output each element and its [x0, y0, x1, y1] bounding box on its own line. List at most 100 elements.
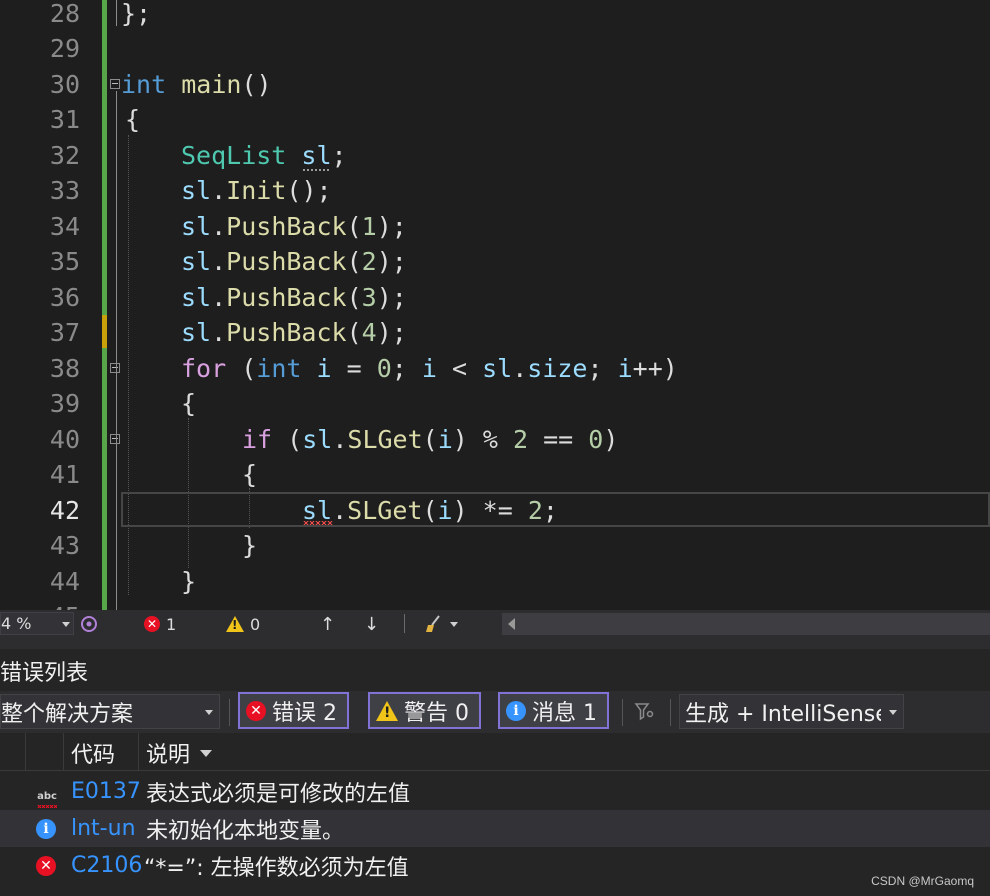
variable-token: i [437, 425, 453, 454]
variable-token: sl [181, 318, 212, 347]
line-number: 36 [49, 283, 80, 312]
error-squiggle[interactable] [303, 521, 333, 525]
number-token: 1 [361, 212, 377, 241]
line-number: 39 [49, 389, 80, 418]
column-divider [63, 733, 64, 771]
collapse-if-icon[interactable] [110, 434, 120, 444]
code-cleanup-button[interactable] [424, 613, 458, 635]
intellicode-icon[interactable] [80, 613, 98, 635]
line-number: 34 [49, 212, 80, 241]
number-token: 2 [513, 425, 529, 454]
error-count[interactable]: ✕ 1 [144, 613, 176, 635]
collapse-for-icon[interactable] [110, 363, 120, 373]
line-number: 28 [49, 0, 80, 28]
editor-status-bar: 4 % ✕ 1 0 ↑ ↓ [0, 610, 990, 637]
separator [229, 699, 230, 726]
error-row[interactable]: ✕ C2106 “*=”: 左操作数必须为左值 [0, 847, 990, 884]
error-row[interactable]: abc E0137 表达式必须是可修改的左值 [0, 773, 990, 810]
line-number: 33 [49, 176, 80, 205]
chevron-down-icon [450, 621, 458, 627]
spelling-error-icon: abc [36, 791, 58, 810]
warning-icon [376, 700, 398, 721]
code-token: { [125, 105, 141, 134]
code-line-40: if (sl.SLGet(i) % 2 == 0) [242, 425, 619, 454]
code-token: { [242, 460, 258, 489]
line-number-current: 42 [49, 496, 80, 525]
watermark: CSDN @MrGaomq [871, 874, 974, 888]
variable-token: sl [301, 141, 332, 170]
scope-dropdown[interactable]: 整个解决方案 [0, 694, 220, 729]
collapse-main-icon[interactable] [110, 79, 120, 89]
warning-count[interactable]: 0 [226, 613, 260, 635]
panel-splitter[interactable] [0, 637, 990, 649]
error-code: E0137 [71, 779, 141, 804]
keyword-token: int [256, 354, 302, 383]
code-token: (); [286, 176, 332, 205]
control-keyword-token: if [242, 425, 273, 454]
error-row[interactable]: i lnt-un 未初始化本地变量。 [0, 810, 990, 847]
code-line-38: for (int i = 0; i < sl.size; i++) [181, 354, 678, 383]
code-editor[interactable]: 28 29 30 31 32 33 34 35 36 37 38 39 40 4… [0, 0, 990, 610]
error-icon: ✕ [144, 616, 160, 632]
unsaved-changes-bar [102, 315, 107, 348]
number-token: 0 [588, 425, 604, 454]
line-number: 35 [49, 247, 80, 276]
filter-icon[interactable] [630, 697, 660, 727]
code-token: } [242, 531, 258, 560]
variable-token: i [437, 496, 453, 525]
code-line-37: sl.PushBack(4); [181, 318, 407, 347]
messages-filter-button[interactable]: i 消息 1 [498, 692, 609, 729]
error-code: C2106 [71, 853, 143, 878]
line-number: 41 [49, 460, 80, 489]
code-line-43: } [242, 528, 257, 564]
column-header-code[interactable]: 代码 [71, 737, 115, 769]
code-line-42: sl.SLGet(i) *= 2; [302, 496, 558, 525]
function-token: PushBack [226, 318, 347, 347]
warnings-filter-button[interactable]: 警告 0 [368, 692, 481, 729]
code-line-30: int main() [121, 67, 272, 103]
function-token: main [181, 70, 242, 99]
error-description: 表达式必须是可修改的左值 [146, 781, 411, 807]
function-token: PushBack [226, 283, 347, 312]
zoom-dropdown[interactable]: 4 % [0, 612, 74, 635]
next-issue-button[interactable]: ↓ [364, 613, 379, 635]
source-dropdown[interactable]: 生成 + IntelliSense [679, 694, 904, 729]
line-number: 40 [49, 425, 80, 454]
error-description: “*=”: 左操作数必须为左值 [144, 855, 409, 881]
function-token: SLGet [347, 496, 423, 525]
column-divider[interactable] [138, 733, 139, 771]
line-number: 44 [49, 567, 80, 596]
column-header-description[interactable]: 说明 [146, 737, 213, 769]
panel-title: 错误列表 [0, 661, 89, 686]
line-number: 45 [28, 599, 80, 610]
code-line-31: { [125, 102, 140, 138]
variable-token: sl [181, 176, 212, 205]
saved-changes-bar [102, 0, 107, 610]
code-line-35: sl.PushBack(2); [181, 247, 407, 276]
error-code: lnt-un [71, 816, 136, 841]
variable-token: sl [181, 247, 212, 276]
keyword-token: int [121, 70, 167, 99]
separator [404, 614, 405, 633]
variable-token: sl [181, 283, 212, 312]
code-token: { [181, 389, 197, 418]
error-list-panel: 错误列表 整个解决方案 ✕ 错误 2 警告 0 i 消息 1 生成 + Inte… [0, 649, 990, 896]
function-token: PushBack [226, 247, 347, 276]
variable-token: i [421, 354, 437, 383]
horizontal-scrollbar[interactable] [502, 613, 990, 635]
hint-underline [303, 169, 329, 171]
previous-issue-button[interactable]: ↑ [320, 613, 335, 635]
number-token: 4 [361, 318, 377, 347]
column-divider [25, 733, 26, 771]
chevron-down-icon [889, 710, 897, 715]
variable-token: sl [482, 354, 513, 383]
code-line-28: }; [121, 0, 151, 32]
errors-filter-button[interactable]: ✕ 错误 2 [238, 692, 349, 729]
variable-token: i [617, 354, 633, 383]
outline-guide [116, 91, 117, 610]
error-icon: ✕ [36, 856, 56, 876]
variable-token: sl [181, 212, 212, 241]
line-number: 30 [49, 70, 80, 99]
code-line-39: { [181, 386, 196, 422]
error-count-label: 1 [166, 614, 177, 634]
